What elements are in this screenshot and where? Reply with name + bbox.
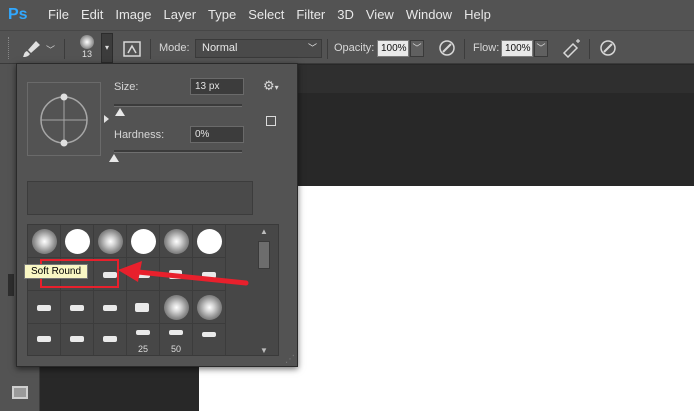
menu-view[interactable]: View bbox=[360, 0, 400, 30]
brush-preset[interactable] bbox=[28, 291, 61, 324]
new-preset-icon[interactable] bbox=[266, 116, 276, 126]
brush-preview-dot[interactable] bbox=[80, 35, 94, 49]
brush-preset[interactable]: 50 bbox=[160, 324, 193, 355]
preset-scrollbar[interactable]: ▲ ▼ bbox=[249, 225, 278, 355]
chevron-down-icon: ﹀ bbox=[307, 43, 317, 53]
tool-slot[interactable] bbox=[8, 274, 14, 296]
opacity-label: Opacity: bbox=[334, 42, 375, 54]
preview-arrow-icon bbox=[104, 115, 109, 123]
brush-preset[interactable] bbox=[193, 225, 226, 258]
mode-label: Mode: bbox=[159, 42, 190, 54]
brush-icon[interactable] bbox=[20, 39, 44, 59]
brush-preset[interactable] bbox=[94, 291, 127, 324]
flow-label: Flow: bbox=[473, 42, 500, 54]
opacity-field[interactable]: 100% bbox=[377, 40, 409, 57]
brush-size-number: 50 bbox=[170, 344, 181, 354]
mode-dropdown[interactable]: Normal ﹀ bbox=[195, 39, 322, 58]
brush-preset[interactable] bbox=[61, 324, 94, 355]
brush-preset[interactable] bbox=[94, 324, 127, 355]
photoshop-logo: Ps bbox=[8, 6, 28, 23]
size-slider[interactable] bbox=[114, 104, 242, 107]
menu-help[interactable]: Help bbox=[458, 0, 497, 30]
menu-bar: Ps File Edit Image Layer Type Select Fil… bbox=[0, 0, 694, 30]
scroll-down-icon[interactable]: ▼ bbox=[258, 346, 270, 355]
hardness-label: Hardness: bbox=[114, 129, 165, 141]
brush-preset[interactable] bbox=[193, 291, 226, 324]
options-grip[interactable] bbox=[8, 37, 14, 59]
preset-tooltip: Soft Round bbox=[24, 264, 89, 279]
menu-filter[interactable]: Filter bbox=[290, 0, 331, 30]
hardness-field[interactable]: 0% bbox=[190, 126, 244, 143]
menu-edit[interactable]: Edit bbox=[75, 0, 109, 30]
brush-size-number: 25 bbox=[137, 344, 148, 354]
airbrush-icon[interactable] bbox=[561, 38, 583, 58]
preset-search-area[interactable] bbox=[27, 181, 253, 215]
brush-picker-toggle[interactable]: ▾ bbox=[101, 33, 113, 63]
brush-preset[interactable] bbox=[127, 225, 160, 258]
brush-preset[interactable] bbox=[28, 324, 61, 355]
mode-value: Normal bbox=[202, 42, 238, 54]
brush-preset[interactable] bbox=[193, 324, 226, 355]
size-field[interactable]: 13 px bbox=[190, 78, 244, 95]
flow-field[interactable]: 100% bbox=[501, 40, 533, 57]
separator bbox=[589, 39, 590, 59]
gear-icon[interactable]: ⚙▾ bbox=[263, 78, 279, 94]
size-slider-thumb[interactable] bbox=[115, 108, 126, 116]
hardness-slider-thumb[interactable] bbox=[109, 154, 119, 162]
menu-3d[interactable]: 3D bbox=[331, 0, 360, 30]
scroll-thumb[interactable] bbox=[258, 241, 270, 269]
separator bbox=[64, 39, 65, 59]
annotation-arrow bbox=[118, 261, 249, 286]
brush-preset[interactable] bbox=[28, 225, 61, 258]
brush-preset[interactable] bbox=[94, 225, 127, 258]
pressure-size-icon[interactable] bbox=[598, 38, 618, 58]
menu-select[interactable]: Select bbox=[242, 0, 290, 30]
brush-preset[interactable] bbox=[127, 291, 160, 324]
separator bbox=[464, 39, 465, 59]
pressure-opacity-icon[interactable] bbox=[437, 38, 457, 58]
menu-image[interactable]: Image bbox=[109, 0, 157, 30]
chevron-down-icon[interactable]: ﹀ bbox=[46, 43, 55, 56]
brush-preset[interactable] bbox=[61, 291, 94, 324]
brush-size-readout: 13 bbox=[81, 49, 92, 59]
menu-layer[interactable]: Layer bbox=[158, 0, 203, 30]
screen-mode-icon[interactable] bbox=[12, 386, 28, 399]
brush-tip-preview[interactable] bbox=[27, 82, 101, 156]
separator bbox=[327, 39, 328, 59]
menu-file[interactable]: File bbox=[42, 0, 75, 30]
scroll-up-icon[interactable]: ▲ bbox=[258, 227, 270, 236]
hardness-slider[interactable] bbox=[114, 150, 242, 153]
brush-preset[interactable]: 25 bbox=[127, 324, 160, 355]
brush-preset-grid: 25 50 ▲ ▼ bbox=[27, 224, 279, 356]
menu-type[interactable]: Type bbox=[202, 0, 242, 30]
flow-dropdown-toggle[interactable]: ﹀ bbox=[534, 40, 548, 57]
brush-preset[interactable] bbox=[160, 291, 193, 324]
brush-panel-icon[interactable] bbox=[122, 39, 142, 59]
brush-preset[interactable] bbox=[160, 225, 193, 258]
brush-preset[interactable] bbox=[61, 225, 94, 258]
menu-window[interactable]: Window bbox=[400, 0, 458, 30]
size-label: Size: bbox=[114, 81, 139, 93]
resize-grip-icon[interactable]: ⋰ bbox=[285, 354, 295, 365]
options-bar: ﹀ 13 ▾ Mode: Normal ﹀ Opacity: 100% ﹀ Fl… bbox=[0, 30, 694, 64]
brush-preset-picker: Size: 13 px Hardness: 0% ⚙▾ 25 50 ▲ ▼ ⋰ bbox=[16, 63, 298, 367]
separator bbox=[150, 39, 151, 59]
opacity-dropdown-toggle[interactable]: ﹀ bbox=[410, 40, 424, 57]
